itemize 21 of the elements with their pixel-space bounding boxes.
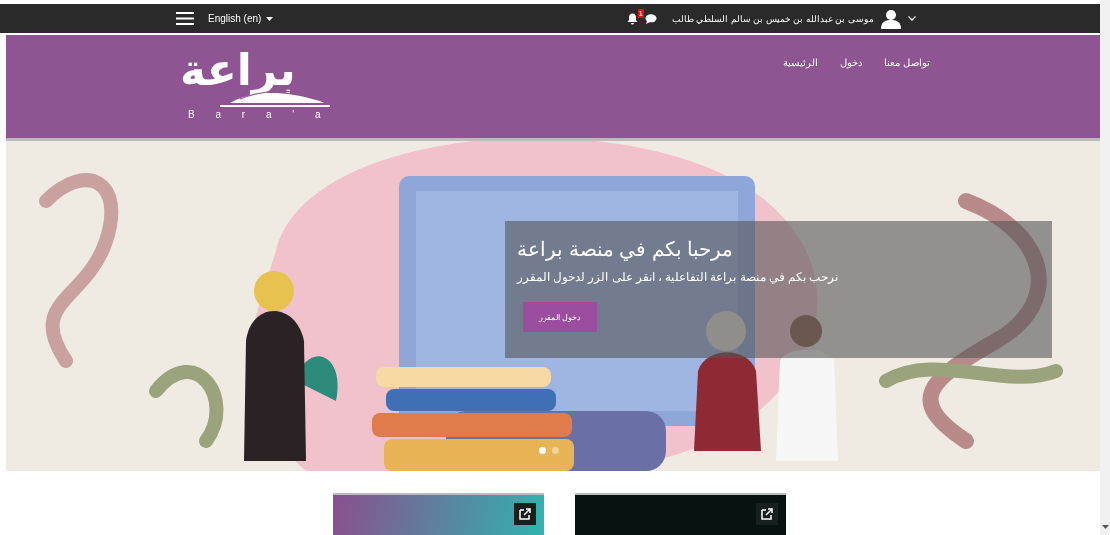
caret-icon[interactable] xyxy=(908,16,916,21)
menu-icon[interactable] xyxy=(176,12,194,25)
logo-text[interactable]: براعة xyxy=(180,47,296,93)
user-name[interactable]: موسى بن عبدالله بن خميس بن سالم السلطي طالب xyxy=(672,13,874,24)
avatar-icon[interactable] xyxy=(881,8,901,29)
slide-text: نرحب بكم في منصة براعة التفاعلية ، انقر على الزر لدخول المقرر xyxy=(517,270,839,284)
notification-badge: 1 xyxy=(637,8,644,18)
bell-icon[interactable] xyxy=(627,12,638,25)
scroll-down-icon[interactable] xyxy=(1101,525,1109,529)
external-link-icon[interactable] xyxy=(756,503,778,525)
scrollbar[interactable] xyxy=(1100,0,1110,535)
nav-link[interactable]: الرئيسية xyxy=(783,57,819,68)
logo-caption: B a r a ' a xyxy=(188,109,321,120)
external-link-icon[interactable] xyxy=(514,503,536,525)
enter-course-button[interactable]: دخول المقرر xyxy=(523,302,597,332)
nav-link[interactable]: دخول xyxy=(840,57,863,68)
chat-icon[interactable] xyxy=(645,13,657,24)
slide-title: مرحبا بكم في منصة براعة xyxy=(517,237,734,262)
caret-icon[interactable] xyxy=(266,17,274,22)
language-menu[interactable]: English (en) xyxy=(208,13,274,24)
nav-link[interactable]: تواصل معنا xyxy=(884,57,930,68)
